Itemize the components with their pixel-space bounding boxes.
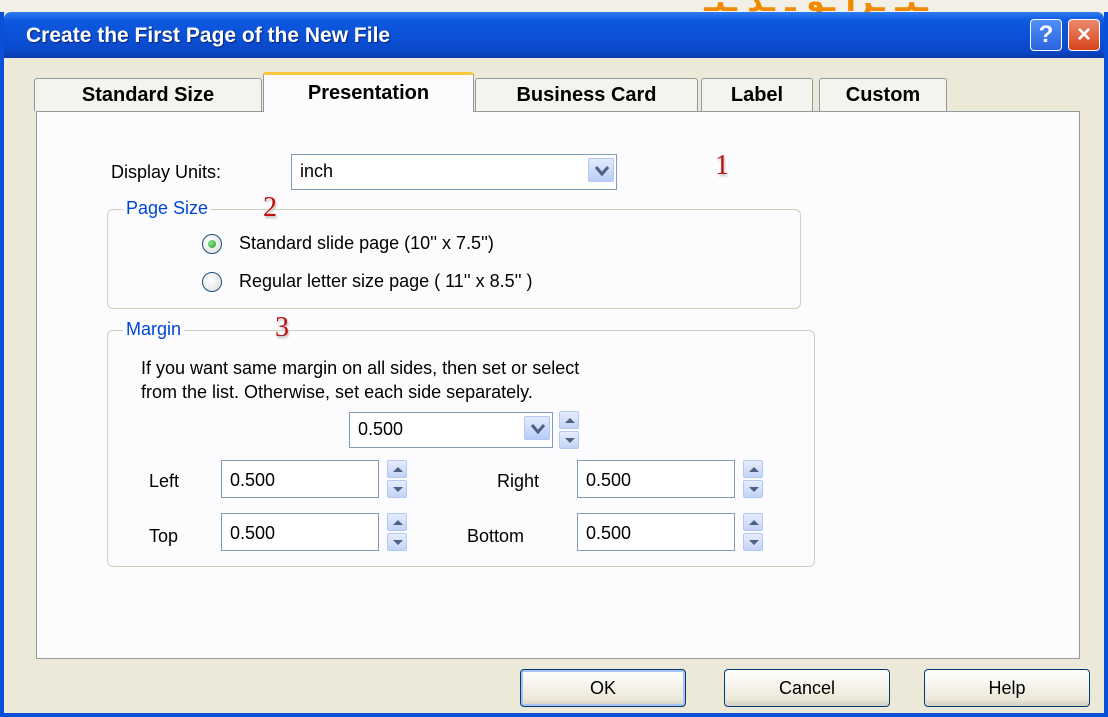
regular-letter-radio[interactable] <box>202 272 222 292</box>
title-bar[interactable]: Create the First Page of the New File ? … <box>4 12 1104 58</box>
spin-down-button[interactable] <box>387 480 407 498</box>
help-title-button[interactable]: ? <box>1030 19 1062 51</box>
display-units-value: inch <box>300 161 334 181</box>
standard-slide-radio[interactable] <box>202 234 222 254</box>
arrow-up-icon <box>393 467 403 472</box>
bottom-margin-label: Bottom <box>467 526 525 546</box>
bottom-margin-spinner[interactable] <box>743 513 763 551</box>
tab-standard-size[interactable]: Standard Size <box>34 78 262 111</box>
spin-up-button[interactable] <box>743 460 763 478</box>
close-button[interactable]: × <box>1068 19 1100 51</box>
spin-up-button[interactable] <box>387 513 407 531</box>
margin-all-sides-dropdown-button[interactable] <box>524 416 550 440</box>
right-margin-input[interactable] <box>578 461 734 497</box>
margin-all-sides-value: 0.500 <box>358 419 404 439</box>
left-margin-input[interactable] <box>222 461 378 497</box>
top-margin-field[interactable] <box>221 513 379 551</box>
display-units-dropdown-button[interactable] <box>588 158 614 182</box>
left-margin-spinner[interactable] <box>387 460 407 498</box>
chevron-down-icon <box>531 424 545 434</box>
spin-down-button[interactable] <box>387 533 407 551</box>
top-margin-label: Top <box>149 526 179 546</box>
annotation-marker-2: 2 <box>263 192 277 223</box>
tab-business-card[interactable]: Business Card <box>475 78 698 111</box>
annotation-marker-1: 1 <box>715 150 729 181</box>
dialog-window: Create the First Page of the New File ? … <box>0 12 1108 717</box>
left-margin-field[interactable] <box>221 460 379 498</box>
right-margin-spinner[interactable] <box>743 460 763 498</box>
tab-presentation[interactable]: Presentation <box>263 72 474 112</box>
arrow-up-icon <box>565 418 575 423</box>
regular-letter-label: Regular letter size page ( 11'' x 8.5'' … <box>239 271 533 291</box>
ok-button[interactable]: OK <box>520 669 686 707</box>
help-button[interactable]: Help <box>924 669 1090 707</box>
spin-down-button[interactable] <box>559 431 579 449</box>
arrow-up-icon <box>749 467 759 472</box>
page-size-legend: Page Size <box>123 198 212 219</box>
spin-down-button[interactable] <box>743 533 763 551</box>
spin-up-button[interactable] <box>743 513 763 531</box>
arrow-down-icon <box>565 438 575 443</box>
bottom-margin-field[interactable] <box>577 513 735 551</box>
right-margin-field[interactable] <box>577 460 735 498</box>
spin-up-button[interactable] <box>559 411 579 429</box>
left-margin-label: Left <box>149 471 180 491</box>
top-margin-spinner[interactable] <box>387 513 407 551</box>
tab-custom[interactable]: Custom <box>819 78 947 111</box>
arrow-down-icon <box>749 487 759 492</box>
spin-down-button[interactable] <box>743 480 763 498</box>
margin-description-line1: If you want same margin on all sides, th… <box>141 358 580 378</box>
arrow-up-icon <box>393 520 403 525</box>
display-units-label: Display Units: <box>111 162 222 182</box>
margin-description-line2: from the list. Otherwise, set each side … <box>141 382 533 402</box>
tab-panel-presentation: Display Units: inch 1 Page Size 2 Standa… <box>36 111 1080 659</box>
spin-up-button[interactable] <box>387 460 407 478</box>
margin-legend: Margin <box>123 319 185 340</box>
tab-label[interactable]: Label <box>701 78 813 111</box>
margin-all-sides-select[interactable]: 0.500 <box>349 412 553 448</box>
standard-slide-label: Standard slide page (10'' x 7.5'') <box>239 233 494 253</box>
top-margin-input[interactable] <box>222 514 378 550</box>
margin-all-sides-spinner[interactable] <box>559 411 579 449</box>
arrow-down-icon <box>393 487 403 492</box>
cancel-button[interactable]: Cancel <box>724 669 890 707</box>
arrow-down-icon <box>749 540 759 545</box>
bottom-margin-input[interactable] <box>578 514 734 550</box>
arrow-down-icon <box>393 540 403 545</box>
annotation-marker-3: 3 <box>275 312 289 343</box>
display-units-select[interactable]: inch <box>291 154 617 190</box>
page-size-group <box>107 209 801 309</box>
right-margin-label: Right <box>497 471 540 491</box>
chevron-down-icon <box>595 166 609 176</box>
dialog-title: Create the First Page of the New File <box>26 24 391 47</box>
arrow-up-icon <box>749 520 759 525</box>
